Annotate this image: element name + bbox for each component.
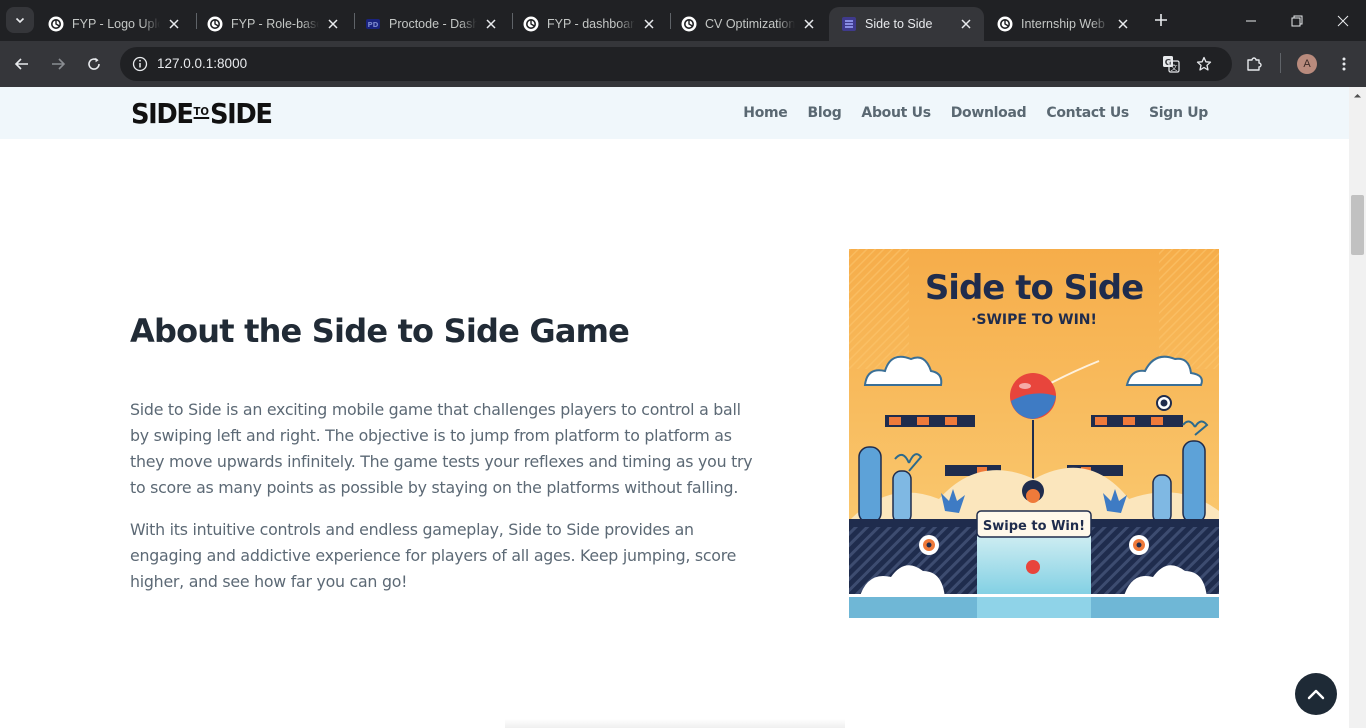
nav-link-contact-us[interactable]: Contact Us: [1046, 105, 1129, 121]
close-window-button[interactable]: [1320, 0, 1366, 41]
nav-link-sign-up[interactable]: Sign Up: [1149, 105, 1208, 121]
tab-proctode-dashboard[interactable]: PD Proctode - Dashboard: [353, 7, 509, 41]
url-text[interactable]: 127.0.0.1:8000: [157, 56, 247, 71]
tab-title: FYP - dashboard: [547, 17, 635, 31]
tab-fyp-role-based[interactable]: FYP - Role-based: [195, 7, 351, 41]
site-icon: [842, 17, 856, 31]
logo-text-left: SIDE: [131, 96, 194, 130]
svg-text:文: 文: [1171, 63, 1178, 72]
bookmark-button[interactable]: [1192, 52, 1216, 76]
poster-title: Side to Side: [925, 268, 1143, 308]
main-nav: Home Blog About Us Download Contact Us S…: [743, 87, 1208, 139]
tab-side-to-side[interactable]: Side to Side: [829, 7, 984, 41]
about-paragraph-2: With its intuitive controls and endless …: [130, 520, 737, 591]
info-icon: [132, 56, 148, 72]
poster-banner: Swipe to Win!: [983, 519, 1085, 534]
about-paragraph-1: Side to Side is an exciting mobile game …: [130, 400, 753, 497]
logo-text-middle: TO: [193, 105, 210, 119]
arrow-right-icon: [52, 58, 66, 70]
close-icon[interactable]: [641, 16, 657, 32]
about-title: About the Side to Side Game: [130, 312, 630, 350]
minimize-button[interactable]: [1228, 0, 1274, 41]
avatar: A: [1297, 54, 1317, 74]
close-icon[interactable]: [1115, 16, 1131, 32]
back-button[interactable]: [8, 50, 36, 78]
tab-title: Side to Side: [865, 17, 933, 31]
translate-icon: G文: [1163, 56, 1180, 73]
site-logo[interactable]: SIDE TO SIDE: [131, 96, 273, 130]
close-icon[interactable]: [325, 16, 341, 32]
forward-button[interactable]: [44, 50, 72, 78]
browser-tab-strip: FYP - Logo Upload FYP - Role-based PD Pr…: [0, 0, 1366, 41]
tab-title: FYP - Logo Upload: [72, 17, 160, 31]
chevron-up-icon: [1307, 689, 1325, 700]
scrollbar-thumb[interactable]: [1351, 195, 1364, 255]
reload-icon: [88, 57, 100, 70]
new-tab-button[interactable]: [1150, 8, 1172, 32]
restore-icon: [1291, 15, 1303, 26]
tab-fyp-dashboard[interactable]: FYP - dashboard: [511, 7, 667, 41]
reload-button[interactable]: [80, 50, 108, 78]
close-icon[interactable]: [483, 16, 499, 32]
page-scrollbar[interactable]: [1349, 87, 1366, 728]
extensions-button[interactable]: [1240, 50, 1268, 78]
tab-title: FYP - Role-based: [231, 17, 319, 31]
browser-toolbar: 127.0.0.1:8000 G文 A: [0, 41, 1366, 87]
page-viewport: SIDE TO SIDE Home Blog About Us Download…: [0, 87, 1349, 728]
tab-title: CV Optimization: [705, 17, 795, 31]
svg-text:PD: PD: [368, 21, 379, 29]
logo-text-right: SIDE: [209, 96, 273, 130]
chatgpt-icon: [523, 16, 539, 32]
proctode-icon: PD: [366, 19, 380, 29]
browser-menu-button[interactable]: [1330, 50, 1358, 78]
nav-link-blog[interactable]: Blog: [808, 105, 842, 121]
tab-search-button[interactable]: [6, 7, 34, 33]
tab-fyp-logo-upload[interactable]: FYP - Logo Upload: [36, 7, 192, 41]
game-poster-image: Side to Side ·SWIPE TO WIN! Swipe to Win…: [849, 249, 1219, 618]
puzzle-icon: [1247, 57, 1262, 71]
back-to-top-button[interactable]: [1295, 673, 1337, 715]
nav-link-download[interactable]: Download: [951, 105, 1027, 121]
toolbar-divider: [1280, 53, 1281, 73]
next-section-shadow: [505, 719, 845, 728]
site-info-button[interactable]: [128, 52, 152, 76]
close-icon[interactable]: [166, 16, 182, 32]
chevron-down-icon: [15, 17, 25, 24]
chatgpt-icon: [997, 16, 1013, 32]
arrow-left-icon: [14, 58, 28, 70]
site-header: SIDE TO SIDE Home Blog About Us Download…: [0, 87, 1349, 139]
poster-subtitle: ·SWIPE TO WIN!: [971, 312, 1097, 328]
nav-link-about-us[interactable]: About Us: [861, 105, 931, 121]
chatgpt-icon: [681, 16, 697, 32]
more-vert-icon: [1342, 57, 1346, 71]
tab-title: Internship Web Dev: [1021, 17, 1109, 31]
chatgpt-icon: [207, 16, 223, 32]
address-bar[interactable]: 127.0.0.1:8000 G文: [120, 47, 1232, 81]
profile-button[interactable]: A: [1293, 50, 1321, 78]
tab-internship-web[interactable]: Internship Web Dev: [985, 7, 1141, 41]
scroll-up-arrow-icon[interactable]: [1353, 91, 1362, 100]
close-icon[interactable]: [801, 16, 817, 32]
plus-icon: [1155, 14, 1167, 26]
tab-cv-optimization[interactable]: CV Optimization: [669, 7, 827, 41]
tab-title: Proctode - Dashboard: [389, 17, 477, 31]
nav-link-home[interactable]: Home: [743, 105, 788, 121]
minimize-icon: [1246, 20, 1256, 21]
close-icon: [1337, 15, 1349, 26]
translate-button[interactable]: G文: [1159, 52, 1183, 76]
chatgpt-icon: [48, 16, 64, 32]
star-icon: [1196, 56, 1212, 71]
close-icon[interactable]: [958, 16, 974, 32]
restore-button[interactable]: [1274, 0, 1320, 41]
